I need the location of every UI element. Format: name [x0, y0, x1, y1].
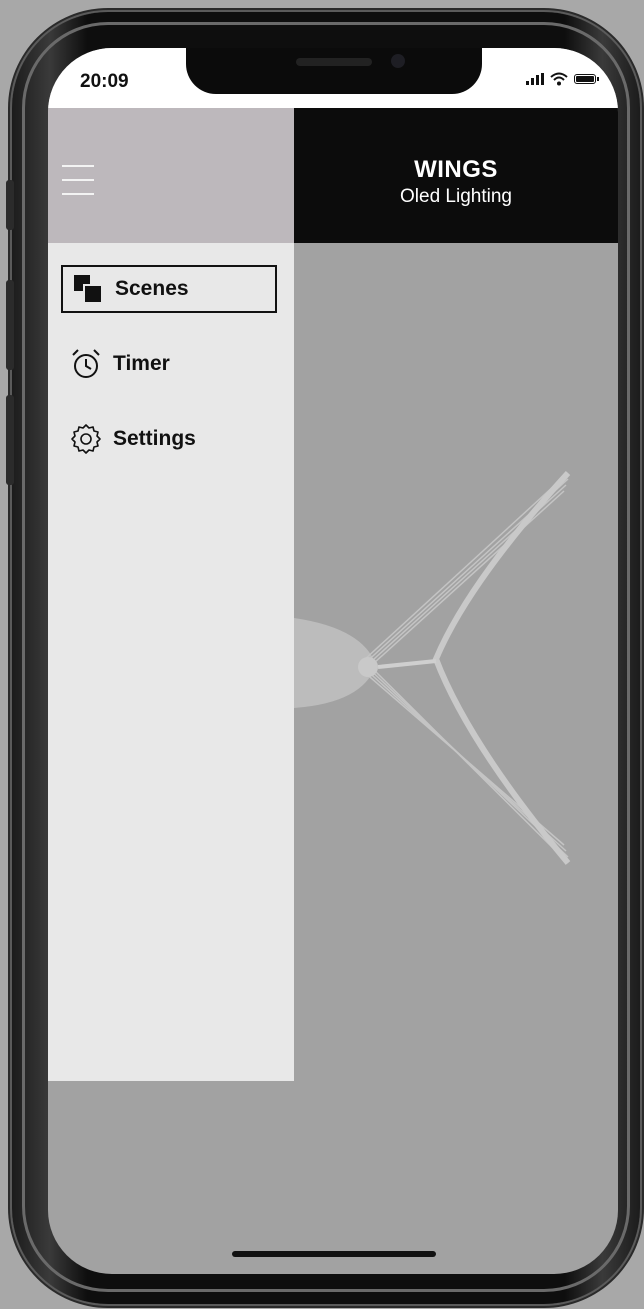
status-icons [526, 72, 599, 86]
mute-switch [6, 180, 14, 230]
app-header: WINGS Oled Lighting [294, 108, 618, 243]
volume-up-button [6, 280, 14, 370]
drawer-item-label: Settings [113, 427, 196, 450]
status-time: 20:09 [80, 71, 129, 92]
drawer-item-scenes[interactable]: Scenes [61, 265, 277, 313]
app-title: WINGS [414, 156, 498, 183]
drawer-item-label: Timer [113, 352, 170, 375]
drawer-item-timer[interactable]: Timer [61, 340, 277, 388]
speaker-grille [296, 58, 372, 66]
home-indicator[interactable] [232, 1251, 436, 1257]
header-menu-area [48, 108, 294, 243]
scenes-icon [74, 275, 103, 304]
device-frame: 20:09 WINGS Oled Lighting Scenes Timer S… [0, 0, 644, 1309]
battery-icon [574, 74, 599, 84]
phone-screen: 20:09 WINGS Oled Lighting Scenes Timer S… [48, 48, 618, 1274]
drawer-item-settings[interactable]: Settings [61, 415, 277, 463]
wifi-icon [550, 72, 568, 86]
navigation-drawer: Scenes Timer Settings [48, 243, 294, 1081]
gear-icon [71, 424, 101, 454]
volume-down-button [6, 395, 14, 485]
notch [186, 48, 482, 94]
signal-icon [526, 73, 544, 85]
app-subtitle: Oled Lighting [400, 186, 512, 207]
hamburger-menu-icon[interactable] [62, 165, 94, 201]
alarm-clock-icon [72, 349, 100, 378]
drawer-item-label: Scenes [115, 277, 189, 300]
front-camera [391, 54, 405, 68]
wings-logo-icon [268, 470, 571, 865]
